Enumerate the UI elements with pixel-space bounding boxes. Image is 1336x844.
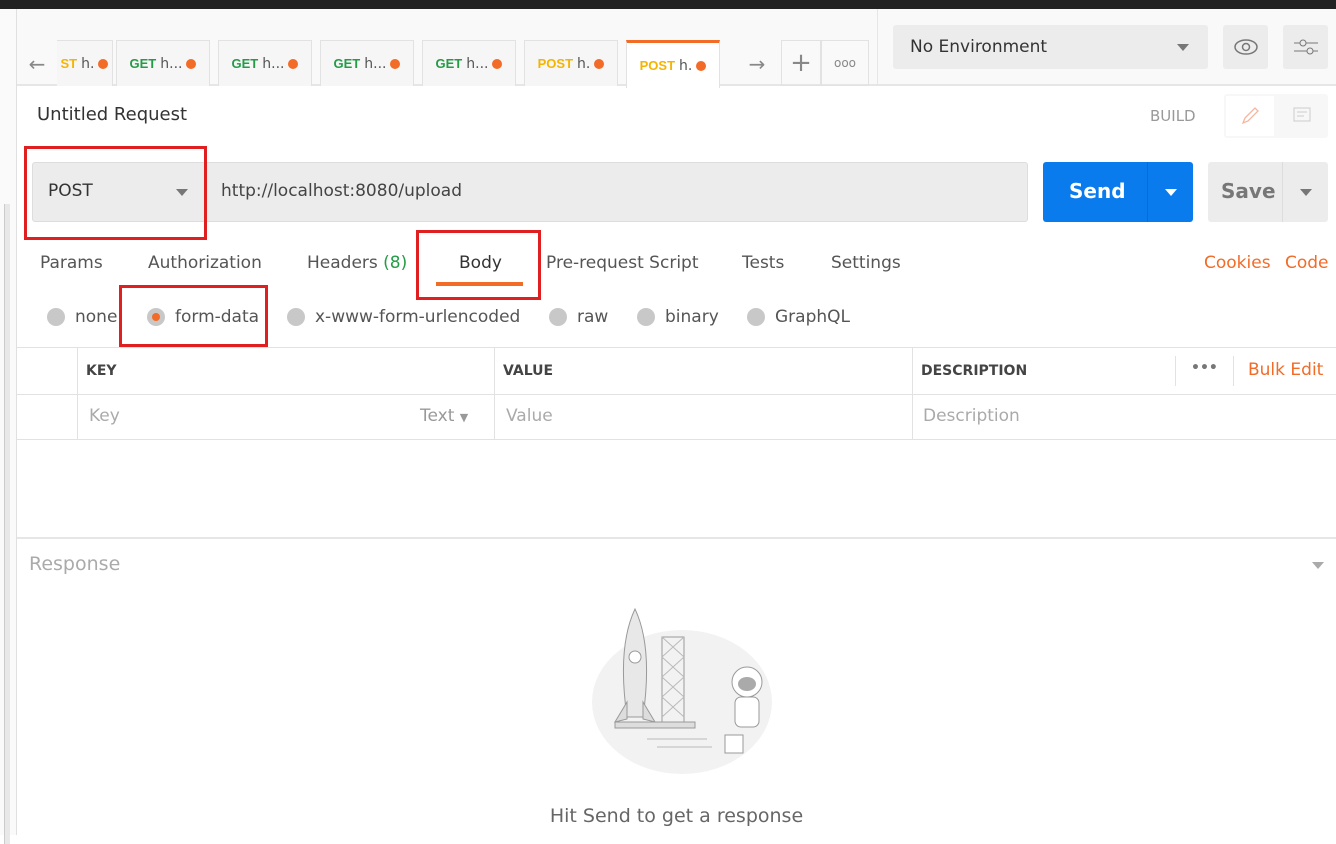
sidebar-edge	[0, 9, 17, 844]
request-tab[interactable]: GET h...	[218, 40, 312, 86]
save-button[interactable]: Save	[1208, 162, 1328, 222]
request-tab[interactable]: ST h.	[57, 40, 113, 86]
tab-body[interactable]: Body	[459, 253, 502, 273]
tab-options-icon[interactable]: ooo	[821, 40, 869, 86]
radio-form-data[interactable]: form-data	[147, 307, 259, 327]
unsaved-dot-icon	[186, 58, 197, 69]
radio-circle	[549, 308, 567, 326]
radio-circle	[47, 308, 65, 326]
key-input[interactable]: Key	[89, 406, 120, 426]
sliders-icon	[1293, 39, 1318, 55]
tab-pre-request-script[interactable]: Pre-request Script	[546, 253, 699, 273]
chevron-down-icon	[1165, 189, 1177, 196]
comments-button[interactable]	[1278, 96, 1326, 136]
environment-select[interactable]: No Environment	[893, 25, 1208, 69]
column-header-key: KEY	[86, 363, 117, 379]
more-options-icon[interactable]: •••	[1191, 360, 1218, 376]
response-panel: Response Hit Send to get a response	[17, 537, 1336, 835]
tab-headers[interactable]: Headers (8)	[307, 253, 407, 273]
tab-authorization[interactable]: Authorization	[148, 253, 262, 273]
headers-count: (8)	[383, 253, 408, 273]
save-options-button[interactable]	[1282, 162, 1328, 222]
send-options-button[interactable]	[1147, 162, 1193, 222]
url-input[interactable]: http://localhost:8080/upload	[221, 181, 462, 201]
request-title: Untitled Request	[37, 104, 188, 125]
request-tab-active[interactable]: POST h.	[626, 40, 720, 88]
divider	[912, 348, 913, 440]
mode-toggle	[1224, 94, 1328, 138]
code-link[interactable]: Code	[1285, 253, 1329, 273]
key-type-select[interactable]: Text ▼	[420, 406, 468, 426]
scrollbar[interactable]	[4, 204, 10, 844]
environment-quick-look-button[interactable]	[1223, 25, 1268, 69]
rocket-astronaut-illustration	[592, 607, 772, 774]
divider	[877, 9, 878, 86]
divider	[1233, 356, 1234, 386]
divider	[494, 348, 495, 440]
scroll-tabs-right-icon[interactable]: →	[742, 49, 772, 79]
divider	[17, 394, 1336, 395]
radio-circle	[637, 308, 655, 326]
request-tab[interactable]: GET h...	[116, 40, 210, 86]
response-title: Response	[29, 553, 121, 575]
pencil-icon	[1241, 107, 1259, 125]
value-input[interactable]: Value	[506, 406, 553, 426]
active-tab-indicator	[436, 282, 523, 286]
radio-circle-selected	[147, 308, 165, 326]
radio-circle	[287, 308, 305, 326]
radio-none[interactable]: none	[47, 307, 117, 327]
comment-icon	[1293, 107, 1311, 122]
tab-settings[interactable]: Settings	[831, 253, 901, 273]
tab-params[interactable]: Params	[40, 253, 103, 273]
method-label: POST	[48, 181, 93, 201]
request-tab[interactable]: GET h...	[320, 40, 414, 86]
form-data-table: KEY VALUE DESCRIPTION ••• Bulk Edit Key …	[17, 347, 1336, 440]
mode-label: BUILD	[1150, 107, 1196, 125]
caret-down-icon: ▼	[459, 411, 469, 424]
scroll-tabs-left-icon[interactable]: ←	[25, 49, 49, 79]
radio-raw[interactable]: raw	[549, 307, 608, 327]
chevron-down-icon	[176, 189, 188, 196]
bulk-edit-link[interactable]: Bulk Edit	[1248, 360, 1323, 380]
edit-button[interactable]	[1226, 96, 1274, 136]
divider	[1175, 356, 1176, 386]
collapse-response-icon[interactable]	[1312, 562, 1324, 569]
new-tab-plus-icon[interactable]: +	[781, 40, 821, 86]
eye-icon	[1233, 39, 1258, 55]
request-tab[interactable]: POST h.	[524, 40, 618, 86]
radio-circle	[747, 308, 765, 326]
send-button[interactable]: Send	[1043, 162, 1193, 222]
manage-environments-button[interactable]	[1283, 25, 1328, 69]
column-header-value: VALUE	[503, 363, 554, 379]
unsaved-dot-icon	[390, 58, 401, 69]
window-top-bar	[0, 0, 1336, 9]
chevron-down-icon	[1300, 189, 1312, 196]
divider	[77, 348, 78, 440]
unsaved-dot-icon	[288, 58, 299, 69]
radio-graphql[interactable]: GraphQL	[747, 307, 850, 327]
cookies-link[interactable]: Cookies	[1204, 253, 1271, 273]
radio-binary[interactable]: binary	[637, 307, 719, 327]
chevron-down-icon	[1177, 44, 1189, 51]
radio-urlencoded[interactable]: x-www-form-urlencoded	[287, 307, 520, 327]
unsaved-dot-icon	[696, 60, 707, 71]
unsaved-dot-icon	[98, 58, 109, 69]
description-input[interactable]: Description	[923, 406, 1020, 426]
unsaved-dot-icon	[492, 58, 503, 69]
column-header-description: DESCRIPTION	[921, 363, 1028, 379]
empty-response-message: Hit Send to get a response	[549, 805, 804, 827]
unsaved-dot-icon	[594, 58, 605, 69]
request-tab[interactable]: GET h...	[422, 40, 516, 86]
tab-tests[interactable]: Tests	[742, 253, 784, 273]
